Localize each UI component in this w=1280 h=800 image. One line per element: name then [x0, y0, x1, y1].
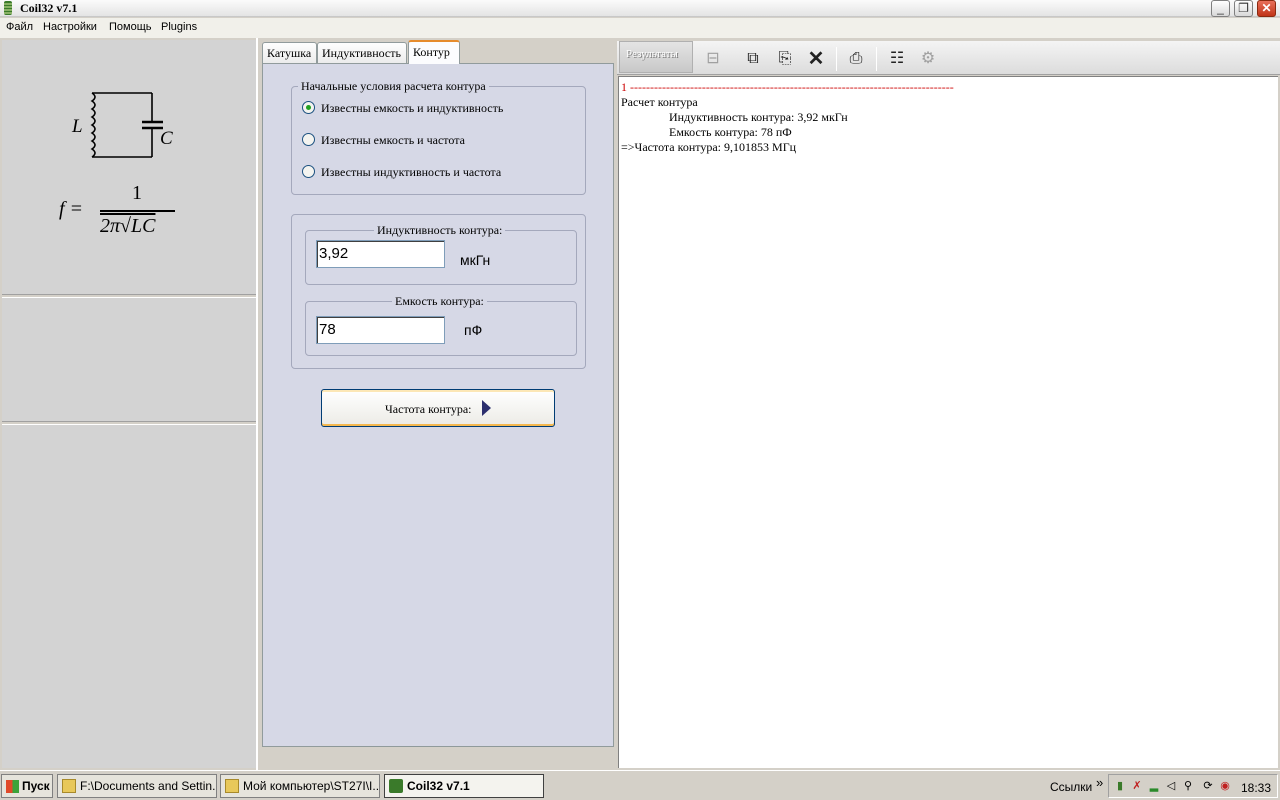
formula-lhs: f =: [59, 198, 84, 220]
menu-plugins[interactable]: Plugins: [161, 21, 197, 33]
capacitance-title: Емкость контура:: [392, 294, 487, 309]
sync-icon[interactable]: ⟳: [1201, 779, 1215, 793]
links-chevron[interactable]: »: [1096, 775, 1103, 790]
system-tray: ▮ ✗ ▂ ◁ ⚲ ⟳ ◉ 18:33: [1108, 774, 1278, 798]
formula-numerator: 1: [132, 182, 142, 204]
usb-icon[interactable]: ⚲: [1181, 779, 1195, 793]
formula-fraction-bar: [100, 210, 175, 212]
empty-section: [2, 424, 256, 768]
capacitance-group: Емкость контура: 78 пФ: [305, 294, 577, 356]
coil-app-icon: [4, 1, 12, 15]
folder-icon: [225, 779, 239, 793]
clear-icon[interactable]: ✕: [806, 49, 826, 69]
restore-button[interactable]: ❐: [1234, 0, 1253, 17]
calculate-button-label: Частота контура:: [385, 402, 472, 416]
tree-icon[interactable]: ⊟: [703, 49, 723, 69]
arrow-right-icon: [482, 400, 491, 416]
initial-conditions-group: Начальные условия расчета контура Извест…: [291, 79, 586, 195]
tab-inductance[interactable]: Индуктивность: [317, 42, 407, 63]
windows-logo-icon: [6, 780, 19, 793]
calculate-frequency-button[interactable]: Частота контура:: [321, 389, 555, 427]
radio-cap-freq[interactable]: Известны емкость и частота: [302, 133, 465, 148]
radio-cap-ind[interactable]: Известны емкость и индуктивность: [302, 101, 503, 116]
result-line: Индуктивность контура: 3,92 мкГн: [669, 110, 848, 124]
volume-icon[interactable]: ◁: [1164, 779, 1178, 793]
menu-file[interactable]: Файл: [6, 21, 33, 33]
radio-checked-icon[interactable]: [302, 101, 315, 114]
task-coil32[interactable]: Coil32 v7.1: [384, 774, 544, 798]
capacitor-label: C: [160, 128, 173, 149]
menu-settings[interactable]: Настройки: [43, 21, 97, 33]
capacitance-unit: пФ: [464, 322, 483, 338]
close-button[interactable]: ✕: [1257, 0, 1276, 17]
inductance-group: Индуктивность контура: 3,92 мкГн: [305, 223, 577, 285]
results-tab[interactable]: Результаты: [619, 41, 693, 73]
group-title: Начальные условия расчета контура: [298, 79, 489, 94]
menu-bar: Файл Настройки Помощь Plugins: [0, 18, 1280, 38]
result-line: Емкость контура: 78 пФ: [669, 125, 792, 139]
print-icon[interactable]: ⎙: [846, 49, 866, 69]
minimize-button[interactable]: _: [1211, 0, 1230, 17]
copy-icon[interactable]: ⧉: [743, 49, 763, 69]
clock[interactable]: 18:33: [1241, 781, 1271, 795]
result-line: Расчет контура: [621, 95, 698, 109]
tab-circuit[interactable]: Контур: [408, 40, 460, 64]
coil-app-icon: [389, 779, 403, 793]
list-icon[interactable]: ☷: [887, 49, 907, 69]
result-line: =>Частота контура: 9,101853 МГц: [621, 140, 797, 154]
start-button[interactable]: Пуск: [1, 774, 53, 798]
formula-section: L C f = 1 2π√LC: [2, 40, 256, 295]
signal-icon[interactable]: ▂: [1147, 779, 1161, 793]
formula-denominator: 2π√LC: [100, 215, 156, 237]
task-explorer-documents[interactable]: F:\Documents and Settin...: [57, 774, 217, 798]
radio-ind-freq[interactable]: Известны индуктивность и частота: [302, 165, 501, 180]
inductance-input[interactable]: 3,92: [316, 240, 445, 268]
results-toolbar: Результаты ⊟ ⧉ ⎘ ✕ ⎙ ☷ ⚙: [617, 41, 1280, 75]
lc-circuit-diagram: [90, 92, 163, 158]
formula-panel: L C f = 1 2π√LC: [0, 38, 258, 770]
tab-page-circuit: Начальные условия расчета контура Извест…: [262, 63, 614, 747]
menu-help[interactable]: Помощь: [109, 21, 152, 33]
radio-unchecked-icon[interactable]: [302, 133, 315, 146]
task-my-computer[interactable]: Мой компьютер\ST27I\I...: [220, 774, 380, 798]
inductor-label: L: [72, 116, 83, 137]
antivirus-icon[interactable]: ◉: [1218, 779, 1232, 793]
input-values-group: Индуктивность контура: 3,92 мкГн Емкость…: [291, 214, 586, 369]
folder-icon: [62, 779, 76, 793]
taskbar: Пуск F:\Documents and Settin... Мой комп…: [0, 770, 1280, 800]
gear-icon[interactable]: ⚙: [918, 49, 938, 69]
toolbar-separator: [836, 47, 837, 71]
inductance-title: Индуктивность контура:: [374, 223, 506, 238]
results-panel: Результаты ⊟ ⧉ ⎘ ✕ ⎙ ☷ ⚙ 1 -------------…: [617, 38, 1280, 770]
radio-unchecked-icon[interactable]: [302, 165, 315, 178]
paste-icon[interactable]: ⎘: [775, 49, 795, 69]
coil-tray-icon[interactable]: ▮: [1113, 779, 1127, 793]
capacitance-input[interactable]: 78: [316, 316, 445, 344]
tab-coil[interactable]: Катушка: [262, 42, 317, 63]
calculation-panel: Катушка Индуктивность Контур Начальные у…: [259, 38, 615, 750]
network-error-icon[interactable]: ✗: [1130, 779, 1144, 793]
window-title: Coil32 v7.1: [20, 1, 78, 15]
empty-section: [2, 297, 256, 422]
toolbar-separator: [876, 47, 877, 71]
links-label[interactable]: Ссылки: [1050, 780, 1092, 794]
inductance-unit: мкГн: [460, 252, 491, 268]
title-bar: Coil32 v7.1 _ ❐ ✕: [0, 0, 1280, 17]
results-output[interactable]: 1 --------------------------------------…: [618, 76, 1278, 768]
result-line: 1 --------------------------------------…: [621, 80, 954, 94]
